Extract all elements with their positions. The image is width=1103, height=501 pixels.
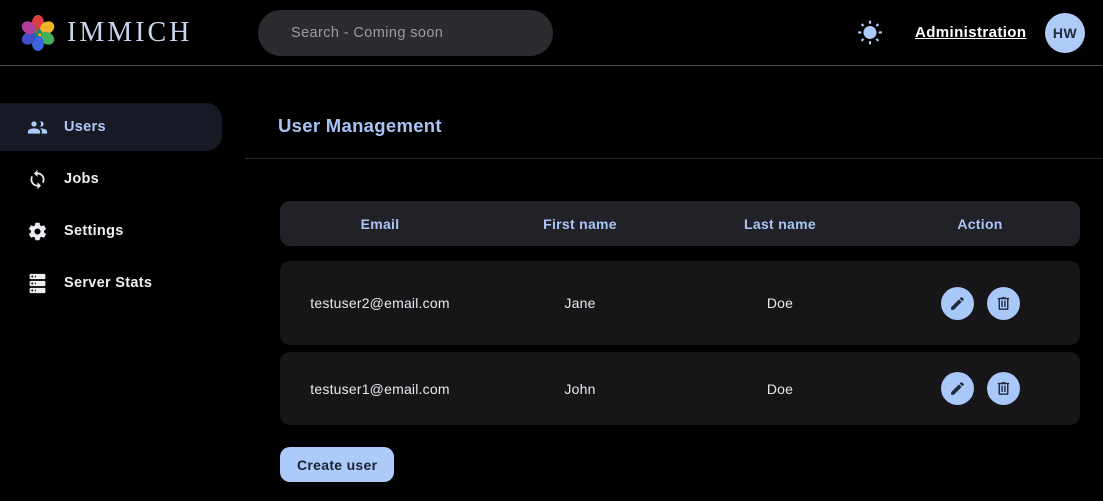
- sun-icon: [857, 20, 883, 46]
- cell-actions: [880, 287, 1080, 320]
- cell-last-name: Doe: [680, 381, 880, 397]
- cell-first-name: Jane: [480, 295, 680, 311]
- pencil-icon: [949, 380, 966, 397]
- page-title: User Management: [278, 115, 1103, 137]
- column-header-last-name: Last name: [680, 216, 880, 232]
- delete-user-button[interactable]: [987, 372, 1020, 405]
- search-bar[interactable]: [258, 10, 553, 56]
- user-table: Email First name Last name Action testus…: [280, 201, 1080, 425]
- sidebar-item-label: Users: [64, 119, 106, 135]
- sidebar-item-server-stats[interactable]: Server Stats: [0, 259, 222, 307]
- admin-sidebar: Users Jobs Settings Server Stats: [0, 66, 245, 311]
- immich-flower-icon: [18, 13, 58, 53]
- user-avatar[interactable]: HW: [1045, 13, 1085, 53]
- administration-link[interactable]: Administration: [915, 24, 1026, 41]
- sidebar-item-label: Settings: [64, 223, 124, 239]
- column-header-first-name: First name: [480, 216, 680, 232]
- trash-icon: [995, 295, 1012, 312]
- delete-user-button[interactable]: [987, 287, 1020, 320]
- cell-first-name: John: [480, 381, 680, 397]
- immich-admin-page: IMMICH Administration HW Users Jobs: [0, 0, 1103, 501]
- table-row: testuser1@email.com John Doe: [280, 352, 1080, 425]
- sidebar-item-label: Server Stats: [64, 275, 152, 291]
- edit-user-button[interactable]: [941, 287, 974, 320]
- main-content: User Management Email First name Last na…: [245, 66, 1103, 501]
- search-input[interactable]: [258, 25, 553, 41]
- gear-icon: [27, 221, 48, 242]
- column-header-email: Email: [280, 216, 480, 232]
- sidebar-item-label: Jobs: [64, 171, 99, 187]
- cell-last-name: Doe: [680, 295, 880, 311]
- title-divider: [245, 158, 1103, 159]
- cell-email: testuser1@email.com: [280, 381, 480, 397]
- table-row: testuser2@email.com Jane Doe: [280, 261, 1080, 345]
- theme-toggle-button[interactable]: [857, 20, 883, 46]
- sync-icon: [27, 169, 48, 190]
- server-icon: [27, 273, 48, 294]
- sidebar-item-settings[interactable]: Settings: [0, 207, 222, 255]
- immich-logo[interactable]: IMMICH: [18, 13, 192, 53]
- top-navigation-bar: IMMICH Administration HW: [0, 0, 1103, 66]
- trash-icon: [995, 380, 1012, 397]
- column-header-action: Action: [880, 216, 1080, 232]
- cell-email: testuser2@email.com: [280, 295, 480, 311]
- cell-actions: [880, 372, 1080, 405]
- sidebar-item-jobs[interactable]: Jobs: [0, 155, 222, 203]
- edit-user-button[interactable]: [941, 372, 974, 405]
- create-user-button[interactable]: Create user: [280, 447, 394, 482]
- app-title: IMMICH: [67, 17, 192, 49]
- users-icon: [27, 117, 48, 138]
- pencil-icon: [949, 295, 966, 312]
- table-header-row: Email First name Last name Action: [280, 201, 1080, 246]
- sidebar-item-users[interactable]: Users: [0, 103, 222, 151]
